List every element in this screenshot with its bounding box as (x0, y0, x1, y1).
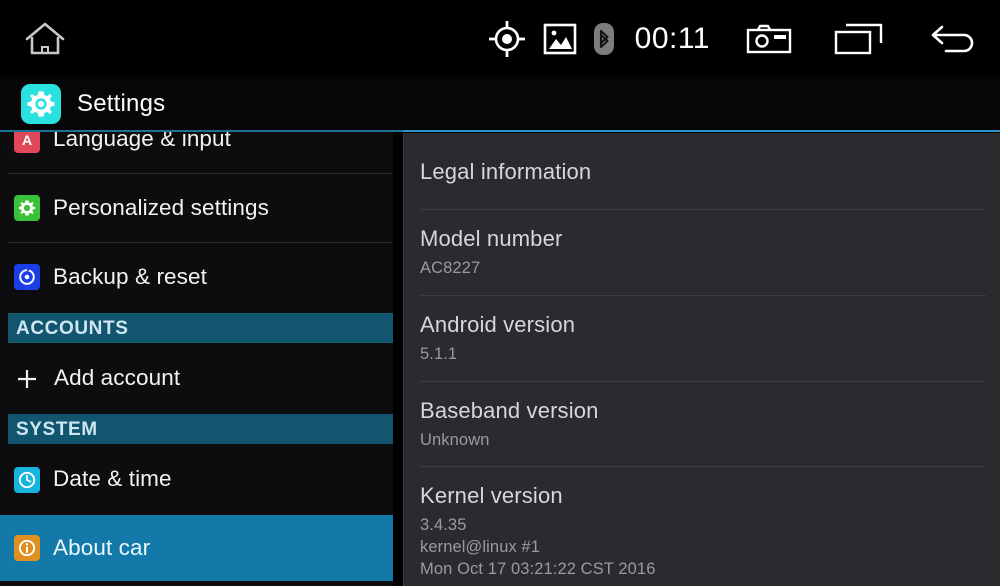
content-row-title: Kernel version (420, 483, 563, 509)
bluetooth-icon[interactable] (593, 22, 615, 56)
back-icon[interactable] (930, 22, 976, 56)
personalized-gear-icon (14, 195, 40, 221)
page-title: Settings (77, 90, 166, 117)
sidebar-section-system: SYSTEM (8, 414, 393, 444)
sidebar-section-accounts: ACCOUNTS (8, 313, 393, 343)
app-title-bar: Settings (0, 77, 1000, 131)
settings-sidebar[interactable]: A Language & input Personalized settings (0, 132, 393, 586)
backup-reset-icon (14, 264, 40, 290)
sidebar-item-date-time[interactable]: Date & time (0, 444, 393, 515)
content-row-title: Baseband version (420, 397, 599, 423)
camera-icon-svg (746, 24, 792, 53)
content-row-value: AC8227 (420, 259, 481, 277)
content-row-android-version[interactable]: Android version 5.1.1 (404, 296, 1000, 381)
language-input-icon-svg: A (22, 132, 32, 148)
content-row-value: Unknown (420, 430, 490, 449)
sidebar-item-label: Backup & reset (53, 263, 207, 289)
title-divider-accent (403, 130, 1000, 132)
content-row-title: Android version (420, 311, 576, 337)
recents-icon[interactable] (834, 23, 884, 55)
content-row-value: 5.1.1 (420, 344, 458, 363)
clock-icon (14, 466, 40, 493)
sidebar-item-add-account[interactable]: Add account (0, 343, 393, 414)
sidebar-item-backup-reset[interactable]: Backup & reset (0, 243, 393, 311)
sidebar-item-language-input[interactable]: A Language & input (0, 132, 393, 159)
content-row-kernel-version[interactable]: Kernel version 3.4.35 kernel@linux #1 Mo… (404, 467, 1000, 586)
sidebar-item-label: Date & time (53, 466, 172, 492)
sidebar-item-label: Language & input (53, 132, 232, 152)
sidebar-item-label: Add account (54, 365, 181, 391)
content-row-title: Model number (420, 226, 563, 251)
back-icon-svg (931, 25, 974, 52)
home-icon-svg (25, 22, 65, 54)
content-row-title: Legal information (420, 159, 592, 184)
sidebar-item-about-car[interactable]: About car (0, 515, 393, 581)
info-icon-svg (18, 539, 36, 557)
plus-icon-svg (18, 369, 36, 388)
sidebar-item-personalized-settings[interactable]: Personalized settings (0, 174, 393, 242)
status-bar: 00:11 (0, 0, 1000, 77)
gps-location-icon-svg (488, 20, 525, 57)
content-row-legal-information[interactable]: Legal information (404, 133, 1000, 209)
sidebar-section-label: SYSTEM (16, 418, 98, 440)
sidebar-section-label: ACCOUNTS (16, 317, 129, 339)
personalized-gear-icon-svg (18, 200, 36, 216)
settings-gear-icon-svg (27, 91, 55, 117)
plus-icon (14, 366, 40, 392)
camera-icon[interactable] (746, 22, 792, 56)
info-icon (14, 535, 40, 561)
content-row-baseband-version[interactable]: Baseband version Unknown (404, 382, 1000, 467)
about-car-panel[interactable]: Legal information Model number AC8227 An… (403, 133, 1000, 586)
android-settings-screen: 00:11 Settings A Language & input Person… (0, 0, 1000, 586)
settings-gear-icon[interactable] (21, 84, 61, 124)
status-icons-group: 00:11 (487, 16, 1000, 62)
content-row-value: kernel@linux #1 (420, 538, 541, 557)
status-clock: 00:11 (634, 21, 710, 55)
backup-reset-icon-svg (19, 268, 35, 285)
svg-text:A: A (22, 132, 32, 148)
clock-icon-svg (18, 471, 36, 488)
recents-icon-svg (834, 23, 883, 54)
content-row-value: 3.4.35 (420, 516, 467, 535)
language-input-icon: A (14, 132, 40, 153)
bluetooth-icon-svg (593, 22, 614, 55)
content-row-model-number[interactable]: Model number AC8227 (404, 210, 1000, 295)
sidebar-item-label: About car (53, 534, 151, 560)
gallery-image-icon[interactable] (543, 22, 577, 56)
content-row-value: Mon Oct 17 03:21:22 CST 2016 (420, 559, 656, 578)
home-icon[interactable] (22, 16, 68, 62)
gallery-image-icon-svg (543, 23, 576, 54)
sidebar-item-label: Personalized settings (53, 194, 269, 220)
gps-location-icon[interactable] (487, 19, 527, 59)
